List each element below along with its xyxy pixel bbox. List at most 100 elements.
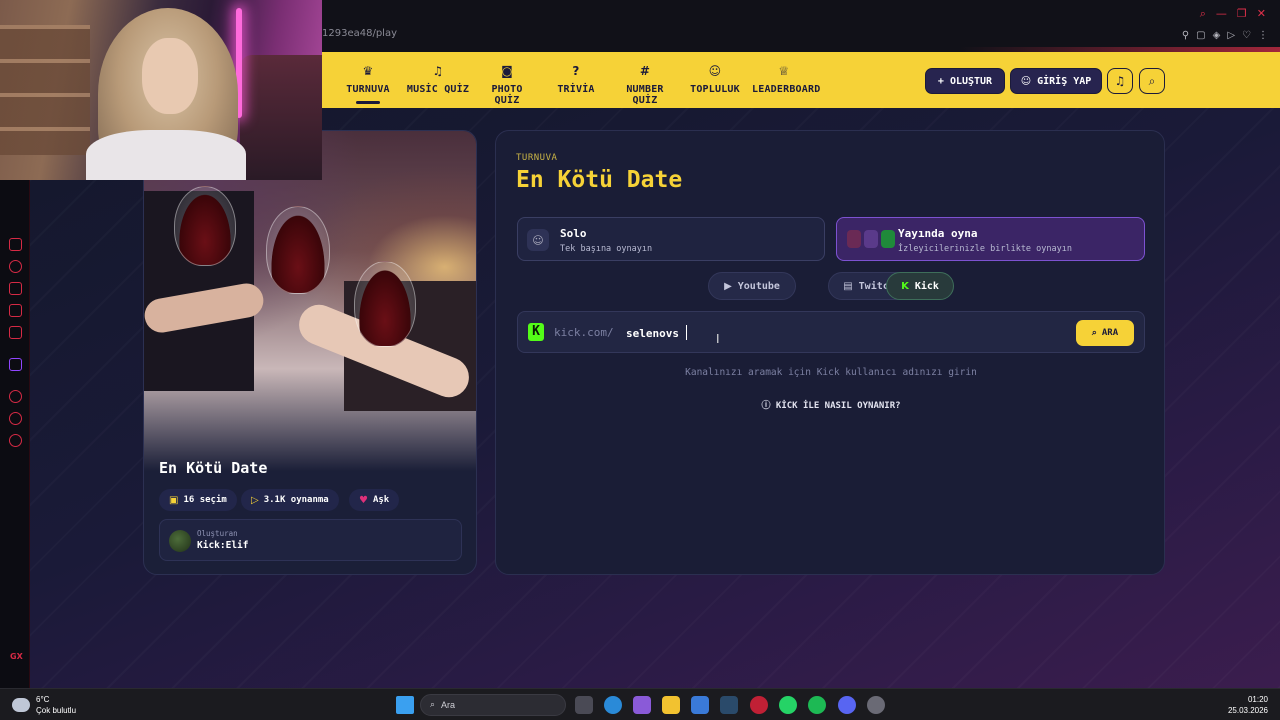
youtube-icon: ▶	[724, 280, 732, 292]
category-badge[interactable]: ♥ Aşk	[349, 489, 400, 511]
nav-leaderboard[interactable]: ♕ LEADERBOARD	[752, 64, 820, 95]
search-button[interactable]: ⌕	[1139, 68, 1165, 94]
camera-icon: ◙	[501, 64, 513, 78]
notification-button[interactable]: ♫	[1107, 68, 1133, 94]
kick-logo-icon: K	[528, 323, 544, 341]
file-explorer-icon[interactable]	[662, 696, 680, 714]
twitch-icon[interactable]	[9, 358, 22, 371]
help-icon: ⓘ	[761, 401, 771, 411]
users-icon: ☺	[708, 64, 722, 78]
search-icon: ⌕	[1148, 73, 1156, 88]
task-view-icon[interactable]	[575, 696, 593, 714]
player-icon[interactable]	[9, 390, 22, 403]
nav-trivia[interactable]: ? TRİVİA	[554, 64, 598, 95]
messenger-icon[interactable]	[9, 326, 22, 339]
section-kicker: TURNUVA	[516, 153, 558, 163]
search-channel-button[interactable]: ⌕ ARA	[1076, 320, 1134, 346]
tournament-cover-image	[144, 131, 476, 471]
refresh-icon[interactable]	[9, 260, 22, 273]
nav-number-quiz[interactable]: # NUMBER QUİZ	[612, 64, 678, 106]
copilot-icon[interactable]	[633, 696, 651, 714]
store-icon[interactable]	[691, 696, 709, 714]
close-icon[interactable]: ✕	[1257, 7, 1266, 21]
creator-name[interactable]: Kick:Elif	[197, 540, 248, 551]
discord-icon[interactable]	[838, 696, 856, 714]
tournament-card[interactable]: En Kötü Date ▣ 16 seçim ▷ 3.1K oynanma ♥…	[143, 130, 477, 575]
question-icon: ?	[572, 64, 580, 78]
layers-icon: ▣	[169, 494, 179, 506]
hash-icon: #	[639, 64, 651, 78]
minimize-icon[interactable]: —	[1216, 7, 1227, 21]
stream-platforms-icon	[847, 230, 895, 248]
bell-icon: ♫	[1114, 74, 1126, 88]
heart-icon[interactable]: ♡	[1242, 30, 1251, 41]
screenshot-icon[interactable]: ▢	[1196, 30, 1205, 41]
search-icon: ⌕	[430, 700, 436, 710]
maximize-icon[interactable]: ❐	[1237, 7, 1247, 21]
user-icon: ☺	[1020, 75, 1032, 87]
search-icon[interactable]: ⌕	[1200, 7, 1206, 21]
medal-icon: ♕	[778, 64, 790, 78]
plays-badge: ▷ 3.1K oynanma	[241, 489, 339, 511]
login-button[interactable]: ☺ GİRİŞ YAP	[1010, 68, 1102, 94]
gx-label[interactable]: GX	[10, 652, 23, 661]
menu-icon[interactable]: ⋮	[1258, 30, 1268, 41]
play-icon: ▷	[251, 494, 259, 506]
user-icon: ☺	[527, 229, 549, 251]
nav-community[interactable]: ☺ TOPLULUK	[690, 64, 740, 95]
choices-badge: ▣ 16 seçim	[159, 489, 237, 511]
window-controls: ⌕ — ❐ ✕	[1200, 7, 1266, 21]
twitch-icon	[864, 230, 878, 248]
text-cursor-icon: I	[716, 332, 720, 346]
shield-icon[interactable]: ◈	[1213, 30, 1221, 41]
history-icon[interactable]	[9, 412, 22, 425]
webcam-overlay	[0, 0, 322, 180]
search-icon: ⌕	[1091, 328, 1097, 338]
solo-mode-option[interactable]: ☺ Solo Tek başına oynayın	[517, 217, 825, 261]
address-bar[interactable]: 1293ea48/play	[322, 28, 397, 39]
nav-music-quiz[interactable]: ♫ MUSİC QUİZ	[406, 64, 470, 95]
opera-gx-icon[interactable]	[750, 696, 768, 714]
taskbar-search[interactable]: ⌕ Ara	[420, 694, 566, 716]
system-clock[interactable]: 01:20 25.03.2026	[1228, 694, 1268, 716]
cloud-icon	[12, 698, 30, 712]
browser-sidebar: GX	[0, 180, 30, 688]
weather-widget[interactable]: 6°C Çok bulutlu	[12, 694, 76, 716]
channel-search-box: K kick.com/ ⌕ ARA	[517, 311, 1145, 353]
avatar	[169, 530, 191, 552]
news-icon[interactable]	[9, 304, 22, 317]
live-mode-option[interactable]: Yayında oyna İzleyicilerinizle birlikte …	[836, 217, 1145, 261]
channel-username-input[interactable]	[626, 322, 926, 344]
nav-tournament[interactable]: ♛ TURNUVA	[344, 64, 392, 104]
app-icon[interactable]	[867, 696, 885, 714]
steam-icon[interactable]	[720, 696, 738, 714]
twitch-icon: ▤	[843, 280, 853, 292]
gaming-icon[interactable]	[9, 238, 22, 251]
create-button[interactable]: + OLUŞTUR	[925, 68, 1005, 94]
platform-tab-youtube[interactable]: ▶ Youtube	[708, 272, 796, 300]
edge-icon[interactable]	[604, 696, 622, 714]
youtube-icon	[847, 230, 861, 248]
platform-tab-kick[interactable]: K Kick	[886, 272, 954, 300]
kick-icon	[881, 230, 895, 248]
how-to-play-link[interactable]: ⓘ KİCK İLE NASIL OYNANIR?	[496, 398, 1166, 411]
text-caret	[686, 325, 687, 340]
weather-condition: Çok bulutlu	[36, 706, 77, 715]
play-panel: TURNUVA En Kötü Date ☺ Solo Tek başına o…	[495, 130, 1165, 575]
bag-icon[interactable]	[9, 282, 22, 295]
search-hint: Kanalınızı aramak için Kick kullanıcı ad…	[685, 367, 977, 378]
whatsapp-icon[interactable]	[779, 696, 797, 714]
url-prefix: kick.com/	[554, 326, 614, 339]
pin-icon[interactable]: ⚲	[1182, 30, 1189, 41]
creator-box[interactable]: Oluşturan Kick:Elif	[159, 519, 462, 561]
browser-toolbar-icons: ⚲ ▢ ◈ ▷ ♡ ⋮	[1182, 30, 1268, 41]
play-icon[interactable]: ▷	[1227, 30, 1235, 41]
spotify-icon[interactable]	[808, 696, 826, 714]
start-icon[interactable]	[396, 696, 414, 714]
plus-icon: +	[937, 75, 944, 87]
temperature: 6°C	[36, 695, 50, 704]
settings-icon[interactable]	[9, 434, 22, 447]
music-icon: ♫	[432, 64, 444, 78]
heart-icon: ♥	[359, 494, 368, 506]
nav-photo-quiz[interactable]: ◙ PHOTO QUİZ	[476, 64, 538, 106]
